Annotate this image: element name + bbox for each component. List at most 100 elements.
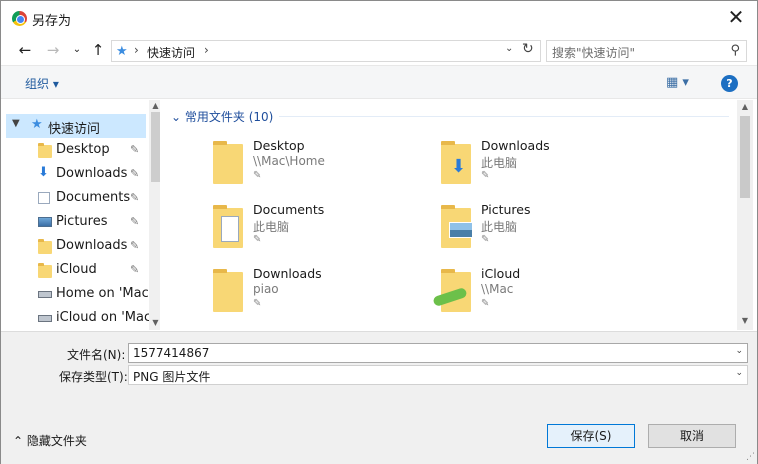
folder-tile-downloads[interactable]: ⬇ Downloads 此电脑 ✎ xyxy=(433,138,653,196)
sidebar-item-label: Desktop xyxy=(56,142,110,157)
refresh-icon[interactable]: ↻ xyxy=(522,41,534,57)
pin-icon[interactable]: ✎ xyxy=(130,215,139,228)
back-button[interactable]: ← xyxy=(16,40,34,60)
close-button[interactable]: ✕ xyxy=(721,5,751,31)
filename-value[interactable]: 1577414867 xyxy=(133,346,209,360)
forward-button[interactable]: → xyxy=(44,40,62,60)
pictures-icon xyxy=(38,217,52,227)
pin-icon[interactable]: ✎ xyxy=(130,263,139,276)
navigation-scrollbar[interactable]: ▲ ▼ xyxy=(149,100,160,330)
search-placeholder: 搜索"快速访问" xyxy=(552,46,636,60)
filetype-value: PNG 图片文件 xyxy=(133,370,211,384)
sidebar-item-label: iCloud xyxy=(56,262,97,277)
scrollbar-thumb[interactable] xyxy=(740,116,750,198)
pin-icon[interactable]: ✎ xyxy=(130,143,139,156)
filetype-select[interactable]: PNG 图片文件 ⌄ xyxy=(128,365,748,385)
sidebar-item-label: Pictures xyxy=(56,214,108,229)
chevron-down-icon[interactable]: ▼ xyxy=(12,118,20,129)
pin-icon: ✎ xyxy=(253,298,262,309)
sidebar-item-label: Downloads xyxy=(56,238,128,253)
tile-name: iCloud xyxy=(481,266,521,281)
pin-icon: ✎ xyxy=(253,170,262,181)
save-button[interactable]: 保存(S) xyxy=(547,424,635,448)
chevron-down-icon[interactable]: ⌄ xyxy=(735,346,743,356)
file-list-pane: ⌄ 常用文件夹 (10) Desktop \\Mac\Home ✎ ⬇ Down… xyxy=(161,100,737,330)
landscape-photo-icon xyxy=(449,222,473,238)
tile-location: \\Mac\Home xyxy=(253,154,325,168)
sidebar-item-documents[interactable]: Documents ✎ xyxy=(6,186,146,210)
sidebar-item-label: Home on 'Mac' xyxy=(56,286,153,301)
recent-locations-dropdown[interactable]: ⌄ xyxy=(68,40,86,60)
sidebar-item-icloud[interactable]: iCloud ✎ xyxy=(6,258,146,282)
folder-icon xyxy=(38,143,52,158)
file-list-scrollbar[interactable]: ▲ ▼ xyxy=(737,100,753,330)
folder-tile-desktop[interactable]: Desktop \\Mac\Home ✎ xyxy=(205,138,425,196)
scroll-down-icon[interactable]: ▼ xyxy=(149,318,160,327)
resize-grip-icon[interactable]: ⋰ xyxy=(746,452,755,462)
tile-name: Pictures xyxy=(481,202,531,217)
chevron-up-icon[interactable]: ⌃ xyxy=(13,434,23,448)
download-icon: ⬇ xyxy=(38,165,49,180)
up-button[interactable]: ↑ xyxy=(89,40,107,60)
tile-location: 此电脑 xyxy=(481,220,518,234)
breadcrumb-separator-2[interactable]: › xyxy=(204,43,209,57)
view-options-icon[interactable]: ▦ ▾ xyxy=(666,75,689,90)
command-bar: 组织 ▾ ▦ ▾ ? xyxy=(1,65,757,99)
network-drive-icon xyxy=(38,291,52,298)
address-bar[interactable]: ★ › 快速访问 › ⌄ ↻ xyxy=(111,40,541,62)
filename-input[interactable]: 1577414867 ⌄ xyxy=(128,343,748,363)
hide-folders-toggle[interactable]: ⌃ 隐藏文件夹 xyxy=(13,432,87,449)
group-divider xyxy=(279,116,729,117)
sidebar-item-home-on-mac[interactable]: Home on 'Mac' xyxy=(6,282,152,306)
hide-folders-label[interactable]: 隐藏文件夹 xyxy=(27,434,87,448)
chevron-down-icon[interactable]: ⌄ xyxy=(171,110,181,124)
tile-name: Desktop xyxy=(253,138,305,153)
address-dropdown-icon[interactable]: ⌄ xyxy=(505,43,513,54)
quick-access-icon: ★ xyxy=(116,44,128,59)
folder-tile-pictures[interactable]: Pictures 此电脑 ✎ xyxy=(433,202,653,260)
folder-icon xyxy=(38,239,52,254)
tile-location: 此电脑 xyxy=(253,220,290,234)
search-icon[interactable]: ⚲ xyxy=(730,43,740,58)
scrollbar-thumb[interactable] xyxy=(151,112,160,182)
network-drive-icon xyxy=(38,315,52,322)
chevron-down-icon[interactable]: ⌄ xyxy=(735,368,743,378)
sidebar-item-label: Downloads xyxy=(56,166,128,181)
pin-icon[interactable]: ✎ xyxy=(130,167,139,180)
help-icon[interactable]: ? xyxy=(721,75,738,92)
scroll-down-icon[interactable]: ▼ xyxy=(738,316,752,325)
folder-tile-downloads-piao[interactable]: Downloads piao ✎ xyxy=(205,266,425,324)
sidebar-item-pictures[interactable]: Pictures ✎ xyxy=(6,210,146,234)
filename-label: 文件名(N): xyxy=(67,348,126,362)
sidebar-item-downloads[interactable]: ⬇ Downloads ✎ xyxy=(6,162,146,186)
navigation-pane: ▼ ★ 快速访问 Desktop ✎ ⬇ Downloads ✎ Documen… xyxy=(6,100,160,330)
sidebar-item-icloud-on-mac[interactable]: iCloud on 'Mac' xyxy=(6,306,155,330)
cancel-button[interactable]: 取消 xyxy=(648,424,736,448)
folder-tile-icloud[interactable]: iCloud \\Mac ✎ xyxy=(432,266,653,324)
sidebar-item-downloads-2[interactable]: Downloads ✎ xyxy=(6,234,146,258)
scroll-up-icon[interactable]: ▲ xyxy=(738,102,752,111)
save-as-dialog: 另存为 ✕ ← → ⌄ ↑ ★ › 快速访问 › ⌄ ↻ 搜索"快速访问" ⚲ … xyxy=(0,0,758,464)
group-header[interactable]: ⌄ 常用文件夹 (10) xyxy=(171,108,273,125)
navigation-bar: ← → ⌄ ↑ ★ › 快速访问 › ⌄ ↻ 搜索"快速访问" ⚲ xyxy=(1,35,757,65)
chrome-icon xyxy=(12,11,27,26)
folder-tile-documents[interactable]: Documents 此电脑 ✎ xyxy=(205,202,425,260)
sidebar-item-desktop[interactable]: Desktop ✎ xyxy=(6,138,146,162)
tile-location: 此电脑 xyxy=(481,156,518,170)
sidebar-item-quick-access[interactable]: ▼ ★ 快速访问 xyxy=(6,114,146,138)
organize-menu[interactable]: 组织 ▾ xyxy=(25,75,59,92)
pin-icon[interactable]: ✎ xyxy=(130,191,139,204)
breadcrumb-quick-access[interactable]: 快速访问 xyxy=(147,44,195,61)
pin-icon: ✎ xyxy=(481,298,490,309)
pin-icon[interactable]: ✎ xyxy=(130,239,139,252)
search-input[interactable]: 搜索"快速访问" ⚲ xyxy=(546,40,747,62)
sidebar-item-label: 快速访问 xyxy=(48,122,101,137)
folder-icon xyxy=(213,269,243,312)
icloud-folder-icon xyxy=(38,263,52,278)
breadcrumb-separator[interactable]: › xyxy=(134,43,139,57)
scroll-up-icon[interactable]: ▲ xyxy=(149,101,160,110)
tile-name: Downloads xyxy=(481,138,550,153)
pin-icon: ✎ xyxy=(253,234,262,245)
group-title: 常用文件夹 (10) xyxy=(184,110,274,124)
folder-icon xyxy=(213,141,243,184)
